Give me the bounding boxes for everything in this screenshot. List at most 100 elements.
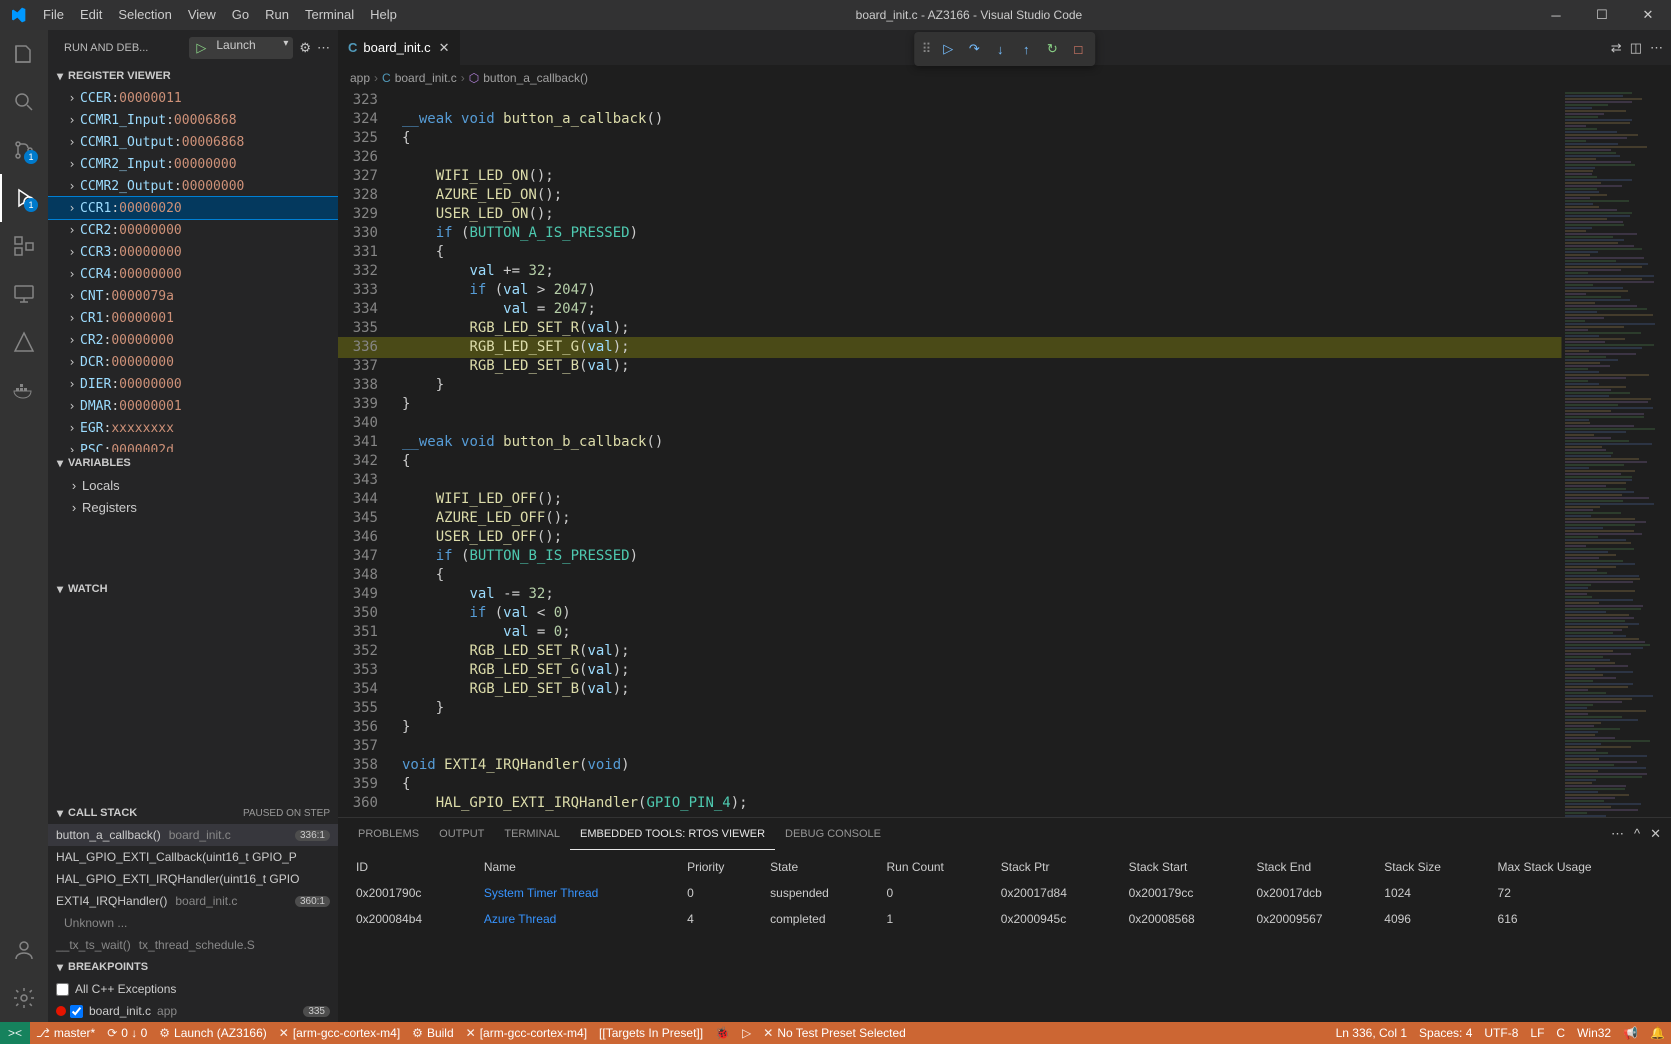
register-CCR4[interactable]: ›CCR4: 00000000: [48, 263, 338, 285]
code-line-338[interactable]: 338 }: [338, 376, 1561, 395]
register-DCR[interactable]: ›DCR: 00000000: [48, 351, 338, 373]
register-CCER[interactable]: ›CCER: 00000011: [48, 87, 338, 109]
debug-toolbar[interactable]: ⠿ ▷ ↷ ↓ ↑ ↻ □: [914, 32, 1096, 66]
code-line-334[interactable]: 334 val = 2047;: [338, 300, 1561, 319]
step-into-button[interactable]: ↓: [987, 36, 1013, 62]
status-cursor-pos[interactable]: Ln 336, Col 1: [1330, 1022, 1413, 1044]
register-CR2[interactable]: ›CR2: 00000000: [48, 329, 338, 351]
status-build[interactable]: ⚙Build: [406, 1022, 459, 1044]
breakpoint-item[interactable]: board_init.capp335: [48, 1000, 338, 1022]
code-line-324[interactable]: 324__weak void button_a_callback(): [338, 110, 1561, 129]
code-line-355[interactable]: 355 }: [338, 699, 1561, 718]
panel-tab-terminal[interactable]: TERMINAL: [494, 818, 570, 850]
docker-icon[interactable]: [0, 366, 48, 414]
crumb-folder[interactable]: app: [350, 71, 370, 85]
menu-selection[interactable]: Selection: [110, 0, 179, 30]
maximize-button[interactable]: ☐: [1579, 0, 1625, 30]
code-line-329[interactable]: 329 USER_LED_ON();: [338, 205, 1561, 224]
variables-header[interactable]: ▾VARIABLES: [48, 452, 338, 474]
drag-handle-icon[interactable]: ⠿: [918, 41, 936, 57]
status-encoding[interactable]: UTF-8: [1478, 1022, 1524, 1044]
panel-close-icon[interactable]: ✕: [1650, 826, 1661, 842]
register-PSC[interactable]: ›PSC: 0000002d: [48, 439, 338, 452]
extensions-icon[interactable]: [0, 222, 48, 270]
menu-view[interactable]: View: [180, 0, 224, 30]
code-line-351[interactable]: 351 val = 0;: [338, 623, 1561, 642]
menu-terminal[interactable]: Terminal: [297, 0, 362, 30]
panel-tab-embedded-tools-rtos-viewer[interactable]: EMBEDDED TOOLS: RTOS VIEWER: [570, 818, 775, 850]
code-line-354[interactable]: 354 RGB_LED_SET_B(val);: [338, 680, 1561, 699]
stop-button[interactable]: □: [1065, 36, 1091, 62]
register-DIER[interactable]: ›DIER: 00000000: [48, 373, 338, 395]
tab-more-icon[interactable]: ⋯: [1650, 40, 1663, 56]
accounts-icon[interactable]: [0, 926, 48, 974]
code-line-337[interactable]: 337 RGB_LED_SET_B(val);: [338, 357, 1561, 376]
launch-config-select[interactable]: Launch: [212, 38, 292, 58]
code-line-325[interactable]: 325{: [338, 129, 1561, 148]
stack-frame[interactable]: __tx_ts_wait()tx_thread_schedule.S: [48, 934, 338, 956]
close-button[interactable]: ✕: [1625, 0, 1671, 30]
code-line-344[interactable]: 344 WIFI_LED_OFF();: [338, 490, 1561, 509]
code-line-332[interactable]: 332 val += 32;: [338, 262, 1561, 281]
status-indent[interactable]: Spaces: 4: [1413, 1022, 1478, 1044]
stack-frame[interactable]: EXTI4_IRQHandler()board_init.c360:1: [48, 890, 338, 912]
panel-tab-debug-console[interactable]: DEBUG CONSOLE: [775, 818, 891, 850]
stack-frame[interactable]: button_a_callback()board_init.c336:1: [48, 824, 338, 846]
minimize-button[interactable]: ─: [1533, 0, 1579, 30]
status-feedback-icon[interactable]: 📢: [1617, 1022, 1644, 1044]
panel-tab-problems[interactable]: PROBLEMS: [348, 818, 429, 850]
continue-button[interactable]: ▷: [935, 36, 961, 62]
source-control-icon[interactable]: 1: [0, 126, 48, 174]
breadcrumbs[interactable]: app › Cboard_init.c › ⬡button_a_callback…: [338, 65, 1671, 91]
scope-locals[interactable]: ›Locals: [48, 474, 338, 496]
register-EGR[interactable]: ›EGR: xxxxxxxx: [48, 417, 338, 439]
status-debug-icon[interactable]: 🐞: [709, 1022, 736, 1044]
thread-link[interactable]: System Timer Thread: [484, 886, 598, 900]
code-line-356[interactable]: 356}: [338, 718, 1561, 737]
code-line-357[interactable]: 357: [338, 737, 1561, 756]
code-line-342[interactable]: 342{: [338, 452, 1561, 471]
code-line-326[interactable]: 326: [338, 148, 1561, 167]
register-CR1[interactable]: ›CR1: 00000001: [48, 307, 338, 329]
scope-registers[interactable]: ›Registers: [48, 496, 338, 518]
explorer-icon[interactable]: [0, 30, 48, 78]
tab-board-init[interactable]: C board_init.c ✕: [338, 30, 461, 65]
code-line-341[interactable]: 341__weak void button_b_callback(): [338, 433, 1561, 452]
step-out-button[interactable]: ↑: [1013, 36, 1039, 62]
menu-file[interactable]: File: [35, 0, 72, 30]
stack-frame[interactable]: Unknown ...: [48, 912, 338, 934]
debug-more-icon[interactable]: ⋯: [317, 40, 330, 56]
register-CCMR2_Input[interactable]: ›CCMR2_Input: 00000000: [48, 153, 338, 175]
panel-more-icon[interactable]: ⋯: [1611, 826, 1624, 842]
run-debug-icon[interactable]: 1: [0, 174, 48, 222]
cmake-icon[interactable]: [0, 318, 48, 366]
rtos-row[interactable]: 0x2001790cSystem Timer Thread0suspended0…: [348, 880, 1661, 906]
code-line-348[interactable]: 348 {: [338, 566, 1561, 585]
status-remote-indicator[interactable]: ><: [0, 1022, 30, 1044]
split-editor-icon[interactable]: ◫: [1630, 40, 1642, 56]
status-kit-1[interactable]: ✕[arm-gcc-cortex-m4]: [273, 1022, 406, 1044]
code-line-347[interactable]: 347 if (BUTTON_B_IS_PRESSED): [338, 547, 1561, 566]
code-line-349[interactable]: 349 val -= 32;: [338, 585, 1561, 604]
watch-header[interactable]: ▾WATCH: [48, 578, 338, 600]
remote-explorer-icon[interactable]: [0, 270, 48, 318]
code-line-327[interactable]: 327 WIFI_LED_ON();: [338, 167, 1561, 186]
code-line-328[interactable]: 328 AZURE_LED_ON();: [338, 186, 1561, 205]
register-DMAR[interactable]: ›DMAR: 00000001: [48, 395, 338, 417]
code-line-330[interactable]: 330 if (BUTTON_A_IS_PRESSED): [338, 224, 1561, 243]
step-over-button[interactable]: ↷: [961, 36, 987, 62]
breakpoints-header[interactable]: ▾BREAKPOINTS: [48, 956, 338, 978]
status-git-branch[interactable]: ⎇master*: [30, 1022, 101, 1044]
code-line-340[interactable]: 340: [338, 414, 1561, 433]
rtos-row[interactable]: 0x200084b4Azure Thread4completed10x20009…: [348, 906, 1661, 932]
start-debug-button[interactable]: ▷: [190, 40, 212, 56]
crumb-symbol[interactable]: button_a_callback(): [483, 71, 588, 85]
callstack-header[interactable]: ▾CALL STACKPAUSED ON STEP: [48, 802, 338, 824]
crumb-file[interactable]: board_init.c: [395, 71, 457, 85]
status-language[interactable]: C: [1550, 1022, 1571, 1044]
menu-edit[interactable]: Edit: [72, 0, 110, 30]
status-kit-2[interactable]: ✕[arm-gcc-cortex-m4]: [460, 1022, 593, 1044]
stack-frame[interactable]: HAL_GPIO_EXTI_IRQHandler(uint16_t GPIO: [48, 868, 338, 890]
status-test-preset[interactable]: ✕No Test Preset Selected: [757, 1022, 912, 1044]
status-play-icon[interactable]: ▷: [736, 1022, 757, 1044]
